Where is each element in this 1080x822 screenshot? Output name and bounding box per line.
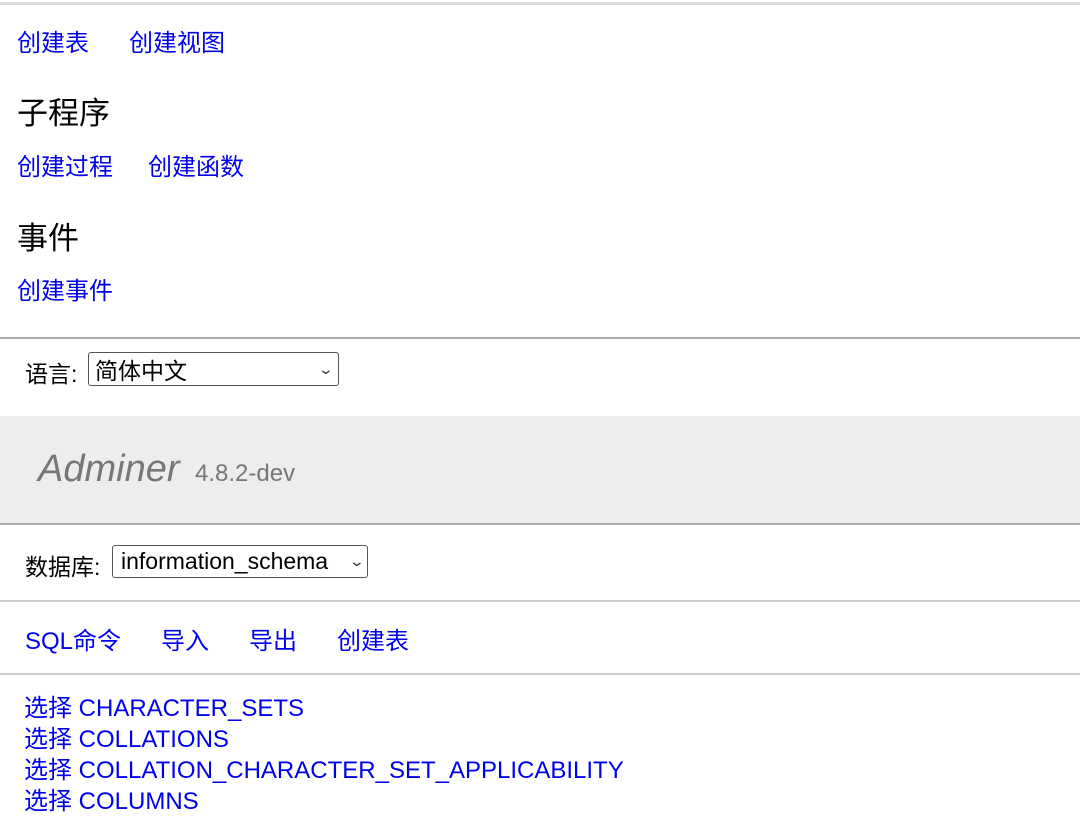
routines-heading: 子程序 bbox=[17, 96, 110, 131]
table-list: 选择 CHARACTER_SETS 选择 COLLATIONS 选择 COLLA… bbox=[24, 693, 624, 817]
divider bbox=[0, 337, 1080, 339]
table-link[interactable]: 选择 COLUMNS bbox=[24, 786, 624, 817]
table-actions: 创建表 创建视图 bbox=[17, 23, 225, 58]
database-value: information_schema bbox=[121, 548, 329, 574]
create-function-link[interactable]: 创建函数 bbox=[148, 147, 244, 182]
table-link[interactable]: 选择 COLLATION_CHARACTER_SET_APPLICABILITY bbox=[24, 755, 624, 786]
top-divider bbox=[0, 2, 1080, 5]
logo-header: Adminer 4.8.2-dev bbox=[0, 416, 1080, 525]
chevron-down-icon: ⌄ bbox=[317, 360, 335, 377]
sql-command-link[interactable]: SQL命令 bbox=[25, 621, 121, 656]
create-table-link[interactable]: 创建表 bbox=[17, 23, 89, 58]
create-table-link[interactable]: 创建表 bbox=[337, 621, 409, 656]
app-name[interactable]: Adminer bbox=[38, 448, 180, 491]
divider bbox=[0, 673, 1080, 675]
table-link[interactable]: 选择 CHARACTER_SETS bbox=[24, 693, 624, 724]
language-value: 简体中文 bbox=[95, 358, 187, 384]
create-event-link[interactable]: 创建事件 bbox=[17, 271, 113, 306]
app-version: 4.8.2-dev bbox=[195, 460, 296, 487]
import-link[interactable]: 导入 bbox=[161, 621, 209, 656]
create-procedure-link[interactable]: 创建过程 bbox=[17, 147, 113, 182]
table-link[interactable]: 选择 COLLATIONS bbox=[24, 724, 624, 755]
export-link[interactable]: 导出 bbox=[249, 621, 297, 656]
routine-actions: 创建过程 创建函数 bbox=[17, 147, 244, 182]
events-heading: 事件 bbox=[17, 221, 79, 256]
language-label: 语言: bbox=[25, 361, 78, 387]
database-select[interactable]: information_schema ⌄ bbox=[112, 545, 368, 578]
create-view-link[interactable]: 创建视图 bbox=[129, 23, 225, 58]
language-select[interactable]: 简体中文 ⌄ bbox=[88, 352, 339, 386]
event-actions: 创建事件 bbox=[17, 271, 113, 306]
chevron-down-icon: ⌄ bbox=[348, 553, 366, 569]
divider bbox=[0, 600, 1080, 602]
database-nav: SQL命令 导入 导出 创建表 bbox=[25, 621, 409, 656]
database-label: 数据库: bbox=[25, 554, 101, 580]
